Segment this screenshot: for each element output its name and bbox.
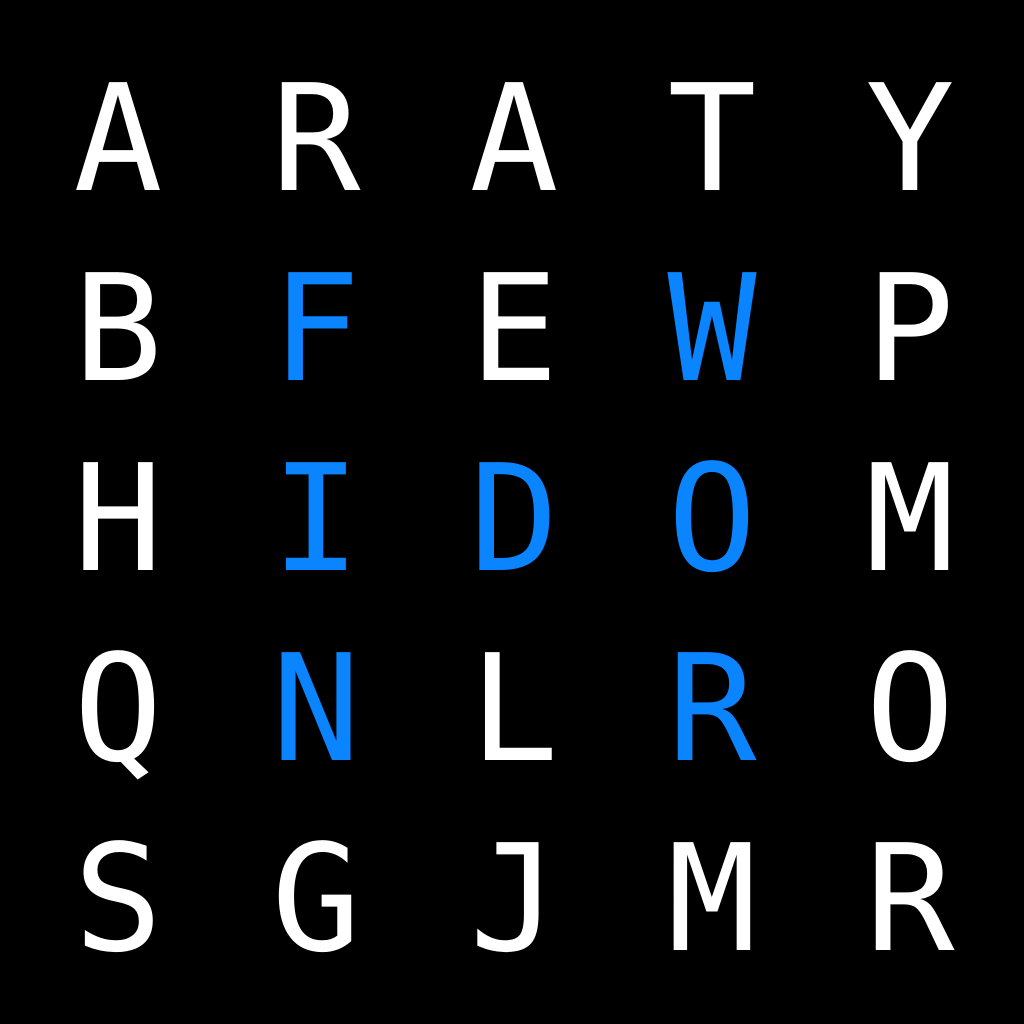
letter-cell-r5c5[interactable]: R — [810, 804, 1010, 994]
word-search-board: A R A T Y B F E W P H I D O M Q N L R O … — [0, 0, 1024, 1024]
letter-cell-r2c1[interactable]: B — [18, 234, 218, 424]
letter-cell-r5c3[interactable]: J — [414, 804, 614, 994]
letter-cell-r2c2[interactable]: F — [216, 234, 416, 424]
letter-cell-r5c2[interactable]: G — [216, 804, 416, 994]
letter-cell-r5c4[interactable]: M — [612, 804, 812, 994]
letter-cell-r5c1[interactable]: S — [18, 804, 218, 994]
letter-cell-r1c3[interactable]: A — [414, 44, 614, 234]
letter-cell-r1c4[interactable]: T — [612, 44, 812, 234]
letter-cell-r2c3[interactable]: E — [414, 234, 614, 424]
letter-cell-r3c1[interactable]: H — [18, 424, 218, 614]
letter-cell-r1c5[interactable]: Y — [810, 44, 1010, 234]
letter-cell-r3c5[interactable]: M — [810, 424, 1010, 614]
letter-cell-r4c3[interactable]: L — [414, 614, 614, 804]
letter-cell-r4c1[interactable]: Q — [18, 614, 218, 804]
letter-cell-r3c3[interactable]: D — [414, 424, 614, 614]
letter-cell-r4c5[interactable]: O — [810, 614, 1010, 804]
letter-cell-r2c5[interactable]: P — [810, 234, 1010, 424]
letter-cell-r3c2[interactable]: I — [216, 424, 416, 614]
letter-cell-r4c4[interactable]: R — [612, 614, 812, 804]
letter-cell-r4c2[interactable]: N — [216, 614, 416, 804]
letter-cell-r1c2[interactable]: R — [216, 44, 416, 234]
letter-cell-r3c4[interactable]: O — [612, 424, 812, 614]
letter-cell-r2c4[interactable]: W — [612, 234, 812, 424]
letter-cell-r1c1[interactable]: A — [18, 44, 218, 234]
